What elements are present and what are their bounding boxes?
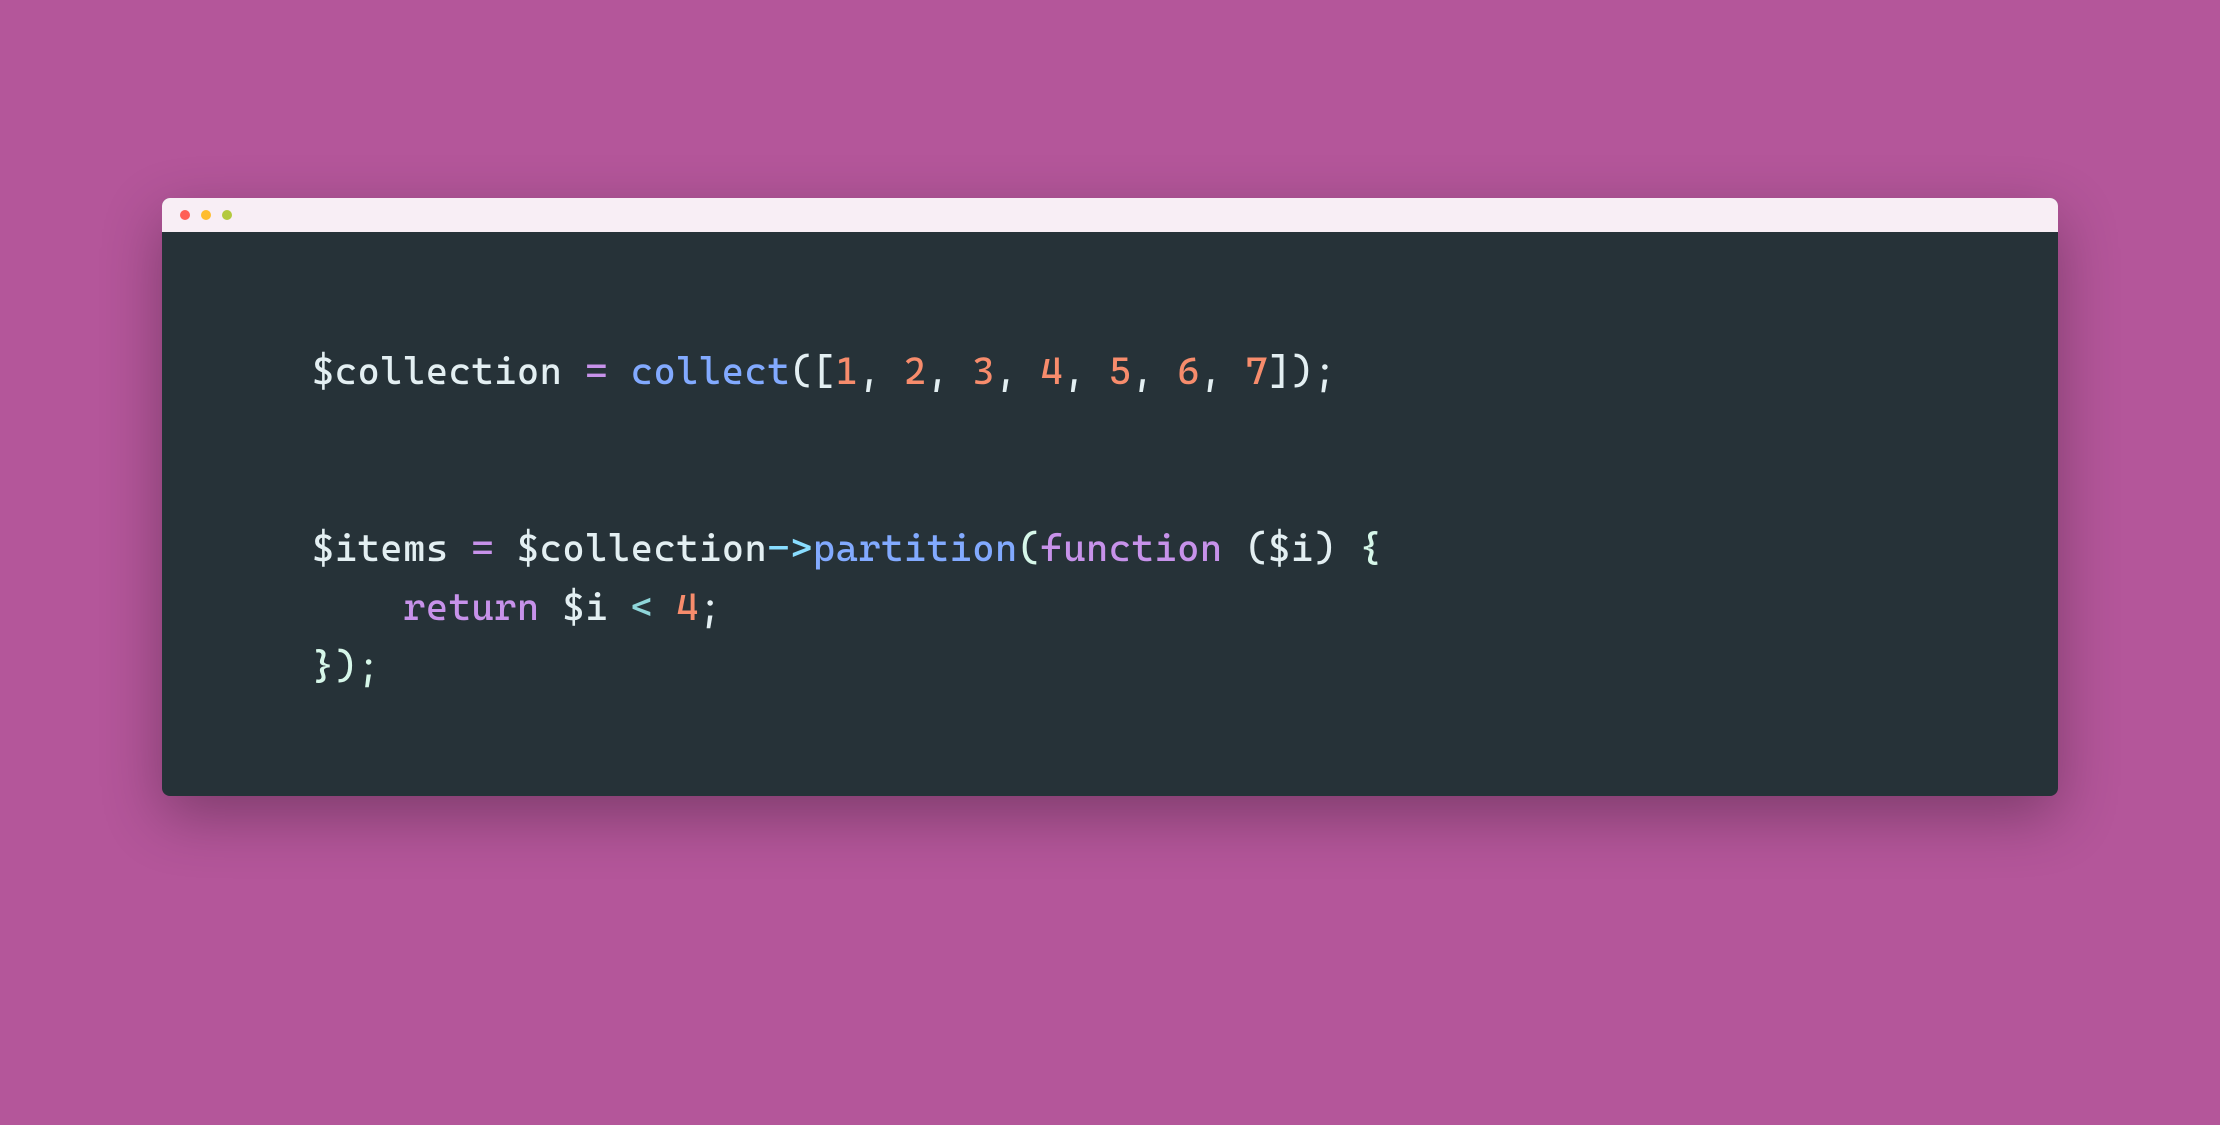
variable-items: $items [312,526,449,570]
lessthan-op: < [631,585,654,629]
bracket-close: ]); [1268,349,1336,393]
space [540,585,563,629]
bracket-open: ([ [790,349,836,393]
minimize-icon[interactable] [201,210,211,220]
space [1336,526,1359,570]
maximize-icon[interactable] [222,210,232,220]
comma: , [927,349,973,393]
variable-i: $i [562,585,608,629]
variable-collection: $collection [517,526,767,570]
brace-open: { [1359,526,1382,570]
paren-close: ); [335,644,381,688]
num-6: 6 [1177,349,1200,393]
comma: , [1200,349,1246,393]
window-titlebar [162,198,2058,232]
keyword-return: return [403,585,540,629]
close-icon[interactable] [180,210,190,220]
space [1223,526,1246,570]
comma: , [1132,349,1178,393]
num-3: 3 [972,349,995,393]
paren-close: ) [1314,526,1337,570]
comma: , [858,349,904,393]
num-7: 7 [1245,349,1268,393]
blank-line [312,401,2058,519]
space [653,585,676,629]
semicolon: ; [699,585,722,629]
variable-collection: $collection [312,349,562,393]
paren-open: ( [1018,526,1041,570]
paren-open: ( [1245,526,1268,570]
arrow-op: -> [767,526,813,570]
code-line-2: $items = $collection->partition(function… [312,519,2058,578]
function-collect: collect [631,349,790,393]
num-4: 4 [1041,349,1064,393]
method-partition: partition [813,526,1018,570]
comma: , [1063,349,1109,393]
code-editor[interactable]: $collection = collect([1, 2, 3, 4, 5, 6,… [162,232,2058,796]
indent [312,585,403,629]
num-1: 1 [836,349,859,393]
code-window: $collection = collect([1, 2, 3, 4, 5, 6,… [162,198,2058,796]
brace-close: } [312,644,335,688]
comma: , [995,349,1041,393]
space [608,585,631,629]
assign-op: = [562,349,630,393]
keyword-function: function [1041,526,1223,570]
code-line-1: $collection = collect([1, 2, 3, 4, 5, 6,… [312,342,2058,401]
param-i: $i [1268,526,1314,570]
assign-op: = [449,526,517,570]
num-4: 4 [676,585,699,629]
code-line-3: return $i < 4; [312,578,2058,637]
num-2: 2 [904,349,927,393]
code-line-4: }); [312,637,2058,696]
num-5: 5 [1109,349,1132,393]
